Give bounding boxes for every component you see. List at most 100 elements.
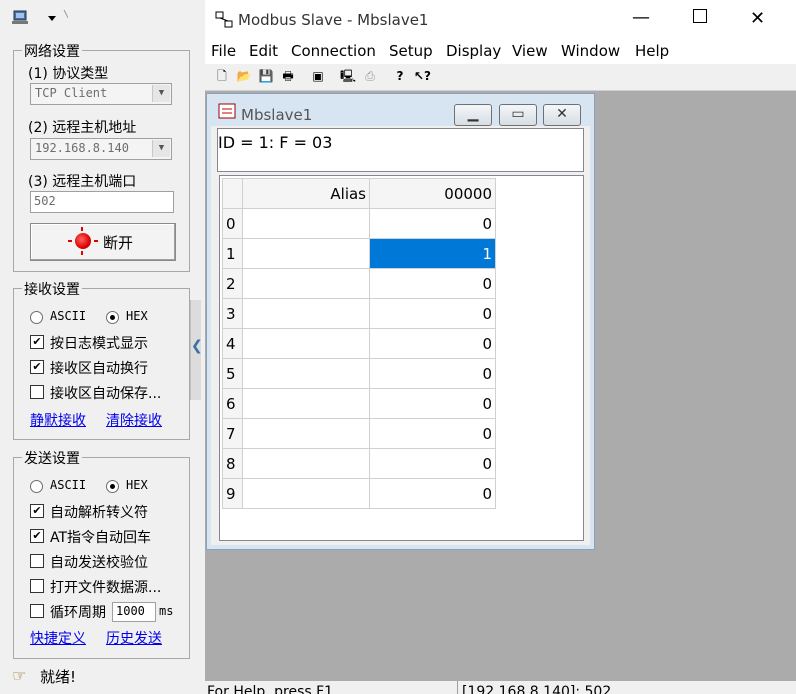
send-hex-radio[interactable] [106, 480, 119, 493]
save-icon[interactable]: 💾 [258, 68, 274, 84]
printer-disabled-icon[interactable]: ⎙ [362, 68, 378, 84]
cycle-input[interactable]: 1000 [112, 602, 156, 622]
network-menu-button[interactable] [6, 7, 79, 38]
maximize-button[interactable] [693, 9, 707, 23]
auto-save-label: 接收区自动保存... [50, 386, 162, 402]
new-file-icon[interactable]: 🗋 [214, 68, 230, 84]
open-folder-icon[interactable]: 📂 [236, 68, 252, 84]
alias-cell[interactable] [242, 298, 370, 329]
print-icon[interactable]: 🖶 [280, 68, 296, 84]
document-icon [218, 103, 236, 119]
status-divider [457, 681, 458, 694]
register-grid[interactable]: Alias 00000 00112030405060708090 [219, 175, 584, 541]
alias-cell[interactable] [242, 238, 370, 269]
table-row[interactable]: 60 [222, 388, 496, 419]
menu-view[interactable]: View [512, 42, 548, 60]
table-row[interactable]: 40 [222, 328, 496, 359]
selected-value-cell[interactable]: 1 [369, 238, 496, 269]
value-cell[interactable]: 0 [369, 388, 496, 419]
table-row[interactable]: 11 [222, 238, 496, 269]
table-row[interactable]: 30 [222, 298, 496, 329]
alias-column-header[interactable]: Alias [242, 178, 370, 209]
receive-hex-radio[interactable] [106, 311, 119, 324]
value-cell[interactable]: 0 [369, 208, 496, 239]
table-row[interactable]: 50 [222, 358, 496, 389]
disconnect-button[interactable]: 断开 [30, 223, 176, 261]
alias-cell[interactable] [242, 478, 370, 509]
table-row[interactable]: 70 [222, 418, 496, 449]
row-index: 9 [222, 478, 243, 509]
child-close-button[interactable]: ✕ [543, 104, 581, 126]
value-cell[interactable]: 0 [369, 298, 496, 329]
address-column-header[interactable]: 00000 [369, 178, 496, 209]
log-mode-checkbox[interactable]: ✔ [30, 335, 44, 349]
chevron-down-icon[interactable]: ▼ [152, 85, 170, 102]
child-restore-button[interactable]: ▭ [499, 104, 537, 126]
send-ascii-radio[interactable] [30, 480, 43, 493]
table-row[interactable]: 90 [222, 478, 496, 509]
remote-host-select[interactable]: 192.168.8.140 ▼ [30, 138, 172, 160]
alias-cell[interactable] [242, 448, 370, 479]
menu-edit[interactable]: Edit [249, 42, 278, 60]
value-cell[interactable]: 0 [369, 268, 496, 299]
receive-settings-group: 接收设置 ASCII HEX ✔ 按日志模式显示 ✔ 接收区自动换行 接收区自动… [13, 279, 190, 440]
close-button[interactable]: ✕ [750, 8, 765, 29]
protocol-select[interactable]: TCP Client ▼ [30, 83, 172, 105]
remote-port-input[interactable]: 502 [30, 191, 174, 213]
table-row[interactable]: 00 [222, 208, 496, 239]
remote-host-value: 192.168.8.140 [35, 141, 129, 155]
panel-collapse-handle[interactable]: ❮ [190, 300, 203, 400]
value-cell[interactable]: 0 [369, 478, 496, 509]
table-row[interactable]: 20 [222, 268, 496, 299]
at-cr-checkbox[interactable]: ✔ [30, 529, 44, 543]
ray [94, 240, 98, 242]
cycle-value: 1000 [116, 604, 145, 618]
child-minimize-button[interactable]: ▁ [454, 104, 492, 126]
escape-checkbox[interactable]: ✔ [30, 504, 44, 518]
menu-help[interactable]: Help [635, 42, 669, 60]
value-cell[interactable]: 0 [369, 328, 496, 359]
child-title: Mbslave1 [241, 106, 313, 124]
auto-wrap-checkbox[interactable]: ✔ [30, 360, 44, 374]
menu-setup[interactable]: Setup [389, 42, 433, 60]
alias-cell[interactable] [242, 328, 370, 359]
row-index: 1 [222, 238, 243, 269]
menu-window[interactable]: Window [561, 42, 620, 60]
monitor-icon[interactable]: 🖳 [340, 68, 356, 84]
cycle-unit: ms [159, 604, 174, 618]
alias-cell[interactable] [242, 388, 370, 419]
clear-receive-link[interactable]: 清除接收 [106, 410, 162, 430]
table-row[interactable]: 80 [222, 448, 496, 479]
value-cell[interactable]: 0 [369, 358, 496, 389]
menu-file[interactable]: File [211, 42, 236, 60]
send-settings-title: 发送设置 [22, 448, 82, 468]
context-help-icon[interactable]: ↖? [414, 68, 431, 84]
cycle-checkbox[interactable] [30, 604, 44, 618]
send-history-link[interactable]: 历史发送 [106, 628, 162, 648]
help-icon[interactable]: ? [392, 68, 408, 84]
alias-cell[interactable] [242, 418, 370, 449]
chevron-left-icon[interactable]: ❮ [191, 338, 203, 354]
remote-port-value: 502 [34, 194, 56, 208]
menu-display[interactable]: Display [446, 42, 501, 60]
value-cell[interactable]: 0 [369, 448, 496, 479]
alias-cell[interactable] [242, 208, 370, 239]
row-index: 2 [222, 268, 243, 299]
open-file-checkbox[interactable] [30, 579, 44, 593]
assistant-toolbar [0, 0, 205, 38]
checksum-checkbox[interactable] [30, 554, 44, 568]
receive-ascii-radio[interactable] [30, 311, 43, 324]
menu-connection[interactable]: Connection [291, 42, 376, 60]
value-cell[interactable]: 0 [369, 418, 496, 449]
app-icon [215, 11, 233, 28]
window-icon[interactable]: ▣ [310, 68, 326, 84]
alias-cell[interactable] [242, 358, 370, 389]
alias-cell[interactable] [242, 268, 370, 299]
minimize-button[interactable]: — [632, 7, 650, 28]
auto-save-checkbox[interactable] [30, 385, 44, 399]
shortcut-define-link[interactable]: 快捷定义 [30, 628, 86, 648]
chevron-down-icon[interactable]: ▼ [152, 140, 170, 157]
receive-ascii-label: ASCII [50, 309, 87, 323]
disconnect-label: 断开 [103, 234, 134, 252]
silent-receive-link[interactable]: 静默接收 [30, 410, 86, 430]
